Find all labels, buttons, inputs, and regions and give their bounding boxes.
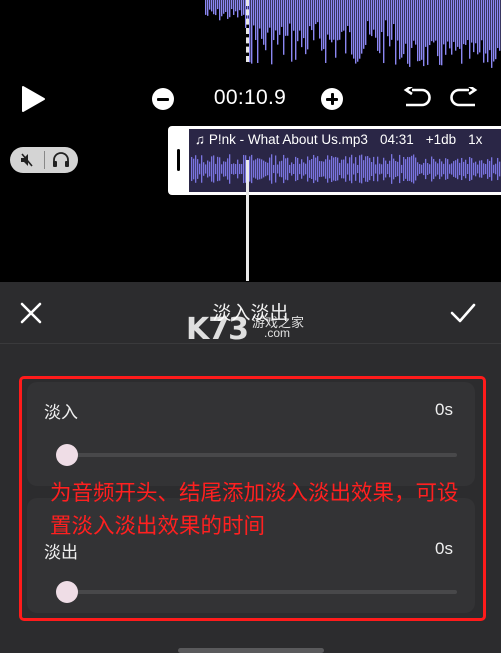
confirm-button[interactable] [449,300,477,326]
watermark: K73 游戏之家 .com [186,312,326,347]
clip-duration: 04:31 [379,132,414,147]
home-indicator [178,648,324,653]
play-button[interactable] [20,85,46,113]
watermark-logo: K73 [186,312,249,347]
checkmark-icon [450,303,476,323]
play-icon [22,86,45,112]
audio-toggle[interactable] [10,147,78,173]
playhead-line [246,160,249,281]
clip-speed: 1x [468,132,483,147]
speaker-mute-icon [21,153,33,167]
clip-gain: +1db [425,132,457,147]
playhead-marker [246,0,249,62]
headphones-icon [53,152,69,167]
mute-toggle[interactable] [10,147,44,173]
top-waveform [205,0,501,68]
clip-info: ♫ P!nk - What About Us.mp3 04:31 +1db 1x [195,132,482,147]
redo-icon [450,84,478,107]
zoom-in-button[interactable] [321,88,343,110]
headphone-toggle[interactable] [44,147,78,173]
current-time: 00:10.9 [213,86,287,109]
undo-button[interactable] [402,84,432,109]
clip-name: ♫ P!nk - What About Us.mp3 [195,132,368,147]
annotation-text: 为音频开头、结尾添加淡入淡出效果，可设置淡入淡出效果的时间 [50,481,459,539]
clip-trim-handle[interactable] [168,126,190,195]
watermark-domain: .com [264,326,291,340]
redo-button[interactable] [449,84,479,109]
zoom-out-button[interactable] [152,88,174,110]
audio-clip[interactable]: ♫ P!nk - What About Us.mp3 04:31 +1db 1x [189,126,501,195]
undo-icon [403,84,431,107]
